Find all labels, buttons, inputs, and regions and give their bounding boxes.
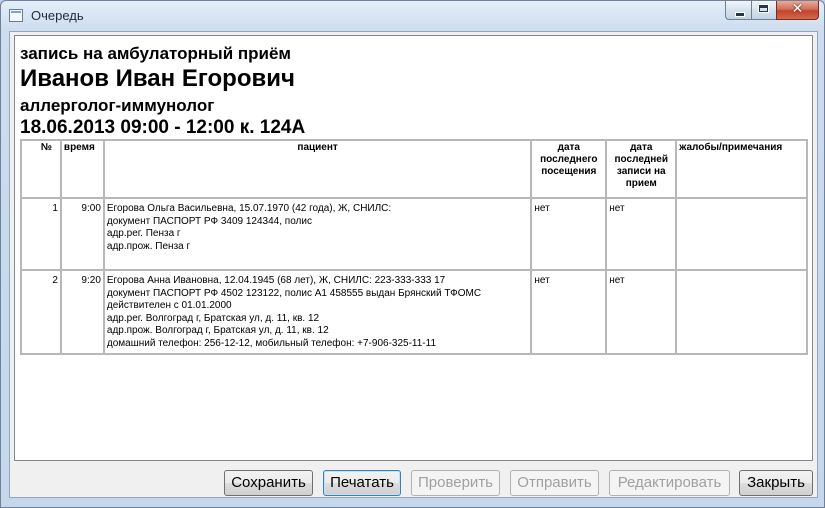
patient-live-address: адр.прож. Волгоград г, Братская ул, д. 1… xyxy=(106,325,329,336)
last-record-date: нет xyxy=(605,197,678,271)
patient-policy-validity: действителен с 01.01.2000 xyxy=(106,300,232,311)
minimize-button[interactable] xyxy=(725,1,751,20)
app-window-icon xyxy=(9,9,23,22)
patient-info: Егорова Анна Ивановна, 12.04.1945 (68 ле… xyxy=(102,269,533,355)
patient-live-address: адр.прож. Пенза г xyxy=(106,240,191,252)
send-button[interactable]: Отправить xyxy=(510,470,599,496)
title-bar[interactable]: Очередь ✕ xyxy=(1,1,824,31)
close-icon: ✕ xyxy=(791,1,804,17)
caption-buttons: ✕ xyxy=(725,1,819,21)
print-button[interactable]: Печатать xyxy=(323,470,401,496)
report-document[interactable]: запись на амбулаторный приём Иванов Иван… xyxy=(14,35,813,461)
schedule-line: 18.06.2013 09:00 - 12:00 к. 124А xyxy=(20,117,306,138)
patient-document-line: документ ПАСПОРТ РФ 3409 124344, полис xyxy=(106,215,312,227)
last-visit-date: нет xyxy=(530,197,608,271)
column-header-last-record: дата последней записи на прием xyxy=(605,139,678,199)
patient-info: Егорова Ольга Васильевна, 15.07.1970 (42… xyxy=(102,197,533,271)
minimize-icon xyxy=(735,12,745,17)
edit-button[interactable]: Редактировать xyxy=(609,470,730,496)
column-header-patient: пациент xyxy=(102,139,533,199)
patient-name-line: Егорова Анна Ивановна, 12.04.1945 (68 ле… xyxy=(106,275,446,286)
client-area: запись на амбулаторный приём Иванов Иван… xyxy=(9,31,818,498)
table-row: 1 9:00 Егорова Ольга Васильевна, 15.07.1… xyxy=(20,197,808,271)
table-row: 2 9:20 Егорова Анна Ивановна, 12.04.1945… xyxy=(20,269,808,355)
close-window-button[interactable]: ✕ xyxy=(776,1,819,20)
window-title: Очередь xyxy=(31,8,84,23)
patient-reg-address: адр.рег. Волгоград г, Братская ул, д. 11… xyxy=(106,312,320,324)
close-button[interactable]: Закрыть xyxy=(739,470,813,496)
row-time: 9:20 xyxy=(59,269,105,355)
save-button[interactable]: Сохранить xyxy=(224,470,313,496)
last-visit-date: нет xyxy=(530,269,608,355)
patient-phones: домашний телефон: 256-12-12, мобильный т… xyxy=(106,337,437,349)
column-header-last-visit: дата последнего посещения xyxy=(530,139,608,199)
table-header-row: № время пациент дата последнего посещени… xyxy=(20,139,808,199)
row-number: 1 xyxy=(20,197,62,271)
doctor-specialty: аллерголог-иммунолог xyxy=(20,96,215,115)
service-heading: запись на амбулаторный приём xyxy=(20,44,292,63)
patient-reg-address: адр.рег. Пенза г xyxy=(106,228,181,239)
notes-cell xyxy=(675,269,808,355)
maximize-button[interactable] xyxy=(751,1,776,20)
row-time: 9:00 xyxy=(59,197,105,271)
column-header-time: время xyxy=(59,139,105,199)
column-header-notes: жалобы/примечания xyxy=(675,139,808,199)
maximize-icon xyxy=(758,4,769,13)
doctor-name: Иванов Иван Егорович xyxy=(20,65,295,92)
column-header-number: № xyxy=(20,139,62,199)
queue-table: № время пациент дата последнего посещени… xyxy=(20,139,808,355)
queue-window: Очередь ✕ запись на амбулаторный приём И… xyxy=(0,0,825,508)
patient-name-line: Егорова Ольга Васильевна, 15.07.1970 (42… xyxy=(106,203,392,214)
row-number: 2 xyxy=(20,269,62,355)
last-record-date: нет xyxy=(605,269,678,355)
check-button[interactable]: Проверить xyxy=(411,470,500,496)
patient-document-line: документ ПАСПОРТ РФ 4502 123122, полис А… xyxy=(106,287,482,299)
notes-cell xyxy=(675,197,808,271)
